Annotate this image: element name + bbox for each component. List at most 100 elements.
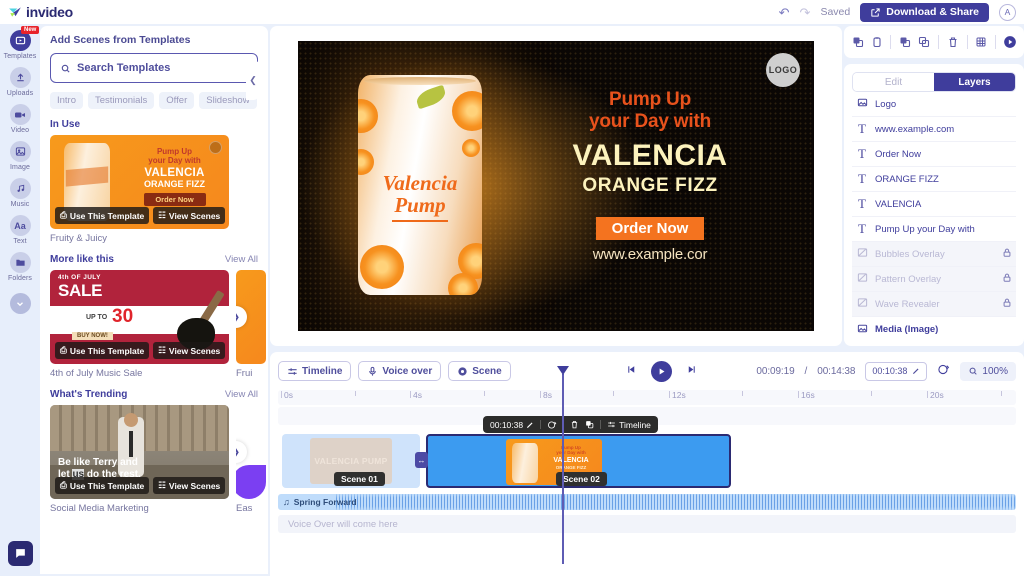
redo-icon[interactable]: ↷ bbox=[800, 6, 811, 19]
voiceover-track[interactable]: Voice Over will come here bbox=[278, 515, 1016, 533]
sale-cta: BUY NOW! bbox=[72, 332, 113, 340]
orange-slice bbox=[358, 99, 378, 133]
preview-cta-button[interactable]: Order Now bbox=[595, 217, 705, 241]
view-all-link[interactable]: View All bbox=[225, 254, 258, 265]
audio-track[interactable]: ♫ Spring Forward bbox=[278, 494, 1016, 510]
preview-headline-big[interactable]: VALENCIA bbox=[498, 141, 802, 171]
sidebar-item-folders[interactable]: Folders bbox=[0, 252, 40, 282]
context-timeline-button[interactable]: Timeline bbox=[607, 420, 651, 430]
layer-row[interactable]: T www.example.com bbox=[852, 117, 1016, 142]
layer-row[interactable]: T Order Now bbox=[852, 142, 1016, 167]
sidebar-item-label: Video bbox=[10, 127, 30, 134]
template-card-peek[interactable]: ❯ bbox=[236, 270, 266, 364]
rail-expand-button[interactable] bbox=[0, 293, 40, 314]
music-icon bbox=[9, 178, 31, 199]
voiceover-button[interactable]: Voice over bbox=[358, 361, 442, 381]
view-scenes-button[interactable]: ☷ View Scenes bbox=[153, 477, 226, 494]
preview-headline-sub[interactable]: ORANGE FIZZ bbox=[498, 175, 802, 197]
timeline-ruler[interactable]: 0s 4s 8s 12s 16s 20s bbox=[278, 390, 1016, 405]
ruler-tick: 8s bbox=[540, 390, 552, 400]
sidebar-item-text[interactable]: Aa Text bbox=[0, 215, 40, 245]
panel-collapse-button[interactable]: ❮ bbox=[246, 60, 260, 100]
layer-row[interactable]: Bubbles Overlay bbox=[852, 242, 1016, 267]
layer-row[interactable]: T Pump Up your Day with bbox=[852, 217, 1016, 242]
grid-icon[interactable] bbox=[974, 36, 990, 48]
send-backward-icon[interactable] bbox=[916, 36, 932, 48]
playhead[interactable] bbox=[562, 374, 564, 564]
layer-row[interactable]: Wave Revealer bbox=[852, 292, 1016, 317]
view-scenes-button[interactable]: ☷ View Scenes bbox=[153, 207, 226, 224]
use-template-button[interactable]: ⎙ Use This Template bbox=[55, 207, 150, 224]
playback-controls bbox=[626, 360, 697, 382]
ruler-tick: 0s bbox=[281, 390, 293, 400]
ruler-tick: 16s bbox=[798, 390, 815, 400]
duration-value: 00:10:38 bbox=[872, 366, 908, 376]
play-icon[interactable] bbox=[651, 360, 673, 382]
sidebar-item-music[interactable]: Music bbox=[0, 178, 40, 208]
chevron-right-icon[interactable]: ❯ bbox=[236, 306, 247, 328]
sidebar-item-uploads[interactable]: Uploads bbox=[0, 67, 40, 97]
layer-row[interactable]: T ORANGE FIZZ bbox=[852, 167, 1016, 192]
use-template-icon: ⎙ bbox=[60, 345, 67, 355]
skip-next-icon[interactable] bbox=[686, 364, 697, 378]
split-handle-icon[interactable]: ↔ bbox=[415, 452, 428, 468]
speed-icon[interactable] bbox=[547, 420, 557, 430]
timeline-button[interactable]: Timeline bbox=[278, 361, 352, 381]
undo-icon[interactable]: ↶ bbox=[779, 6, 790, 19]
lock-icon[interactable] bbox=[1002, 272, 1012, 286]
tab-edit[interactable]: Edit bbox=[853, 73, 934, 91]
trash-icon[interactable] bbox=[945, 36, 961, 48]
sidebar-item-templates[interactable]: New Templates bbox=[0, 26, 40, 60]
use-template-button[interactable]: ⎙ Use This Template bbox=[55, 342, 150, 359]
layer-name: Order Now bbox=[875, 148, 921, 160]
lock-icon[interactable] bbox=[1002, 297, 1012, 311]
duplicate-icon[interactable] bbox=[585, 420, 594, 429]
chip-intro[interactable]: Intro bbox=[50, 92, 84, 109]
layer-row[interactable]: T VALENCIA bbox=[852, 192, 1016, 217]
layer-row[interactable]: Logo bbox=[852, 92, 1016, 117]
lock-icon[interactable] bbox=[1002, 247, 1012, 261]
skip-previous-icon[interactable] bbox=[626, 364, 637, 378]
download-share-button[interactable]: Download & Share bbox=[860, 2, 989, 22]
template-card-social-media[interactable]: Be like Terry and let us do the rest. ⎙ … bbox=[50, 405, 229, 499]
template-card-peek[interactable]: ❯ bbox=[236, 405, 266, 499]
zoom-control[interactable]: 100% bbox=[960, 361, 1016, 381]
context-duration[interactable]: 00:10:38 bbox=[490, 420, 534, 430]
avatar[interactable]: A bbox=[999, 3, 1016, 21]
use-template-icon: ⎙ bbox=[60, 480, 67, 490]
chip-offer[interactable]: Offer bbox=[159, 92, 195, 109]
bring-forward-icon[interactable] bbox=[897, 36, 913, 48]
chip-testimonials[interactable]: Testimonials bbox=[88, 92, 155, 109]
scene-button[interactable]: Scene bbox=[448, 361, 511, 381]
sidebar-item-image[interactable]: Image bbox=[0, 141, 40, 171]
duration-field[interactable]: 00:10:38 bbox=[865, 361, 928, 381]
play-circle-icon[interactable] bbox=[1002, 35, 1018, 49]
search-input[interactable]: Search Templates bbox=[50, 53, 258, 83]
preview-url[interactable]: www.example.cor bbox=[498, 246, 802, 263]
template-card-valencia[interactable]: Pump Up your Day with VALENCIA ORANGE FI… bbox=[50, 135, 229, 229]
duplicate-icon[interactable] bbox=[850, 36, 866, 48]
ruler-tick: 12s bbox=[669, 390, 686, 400]
trash-icon[interactable] bbox=[570, 420, 579, 429]
use-template-button[interactable]: ⎙ Use This Template bbox=[55, 477, 150, 494]
view-all-link[interactable]: View All bbox=[225, 389, 258, 400]
view-scenes-button[interactable]: ☷ View Scenes bbox=[153, 342, 226, 359]
video-preview[interactable]: LOGO Valencia Pump Pump Up your Day with… bbox=[298, 41, 814, 331]
logo-placeholder[interactable]: LOGO bbox=[766, 53, 800, 87]
layer-row[interactable]: Media (Image) bbox=[852, 317, 1016, 342]
total-time: 00:14:38 bbox=[817, 365, 856, 377]
chat-icon[interactable] bbox=[8, 541, 33, 566]
brand[interactable]: invideo bbox=[8, 4, 73, 20]
context-duration-value: 00:10:38 bbox=[490, 419, 524, 430]
can-image[interactable]: Valencia Pump bbox=[358, 75, 482, 295]
transition-icon[interactable] bbox=[937, 363, 950, 379]
sidebar-item-video[interactable]: Video bbox=[0, 104, 40, 134]
layer-row[interactable]: Pattern Overlay bbox=[852, 267, 1016, 292]
can-brand-line2: Pump bbox=[394, 193, 446, 217]
copy-style-icon[interactable] bbox=[869, 36, 885, 48]
tab-layers[interactable]: Layers bbox=[934, 73, 1015, 91]
chevron-right-icon[interactable]: ❯ bbox=[236, 441, 247, 463]
preview-headline-small[interactable]: Pump Up your Day with bbox=[498, 89, 802, 133]
template-card-july-sale[interactable]: 4th OF JULY SALE UP TO 30 BUY NOW! www.e… bbox=[50, 270, 229, 364]
section-header-more-like-this: More like this View All bbox=[50, 254, 258, 265]
